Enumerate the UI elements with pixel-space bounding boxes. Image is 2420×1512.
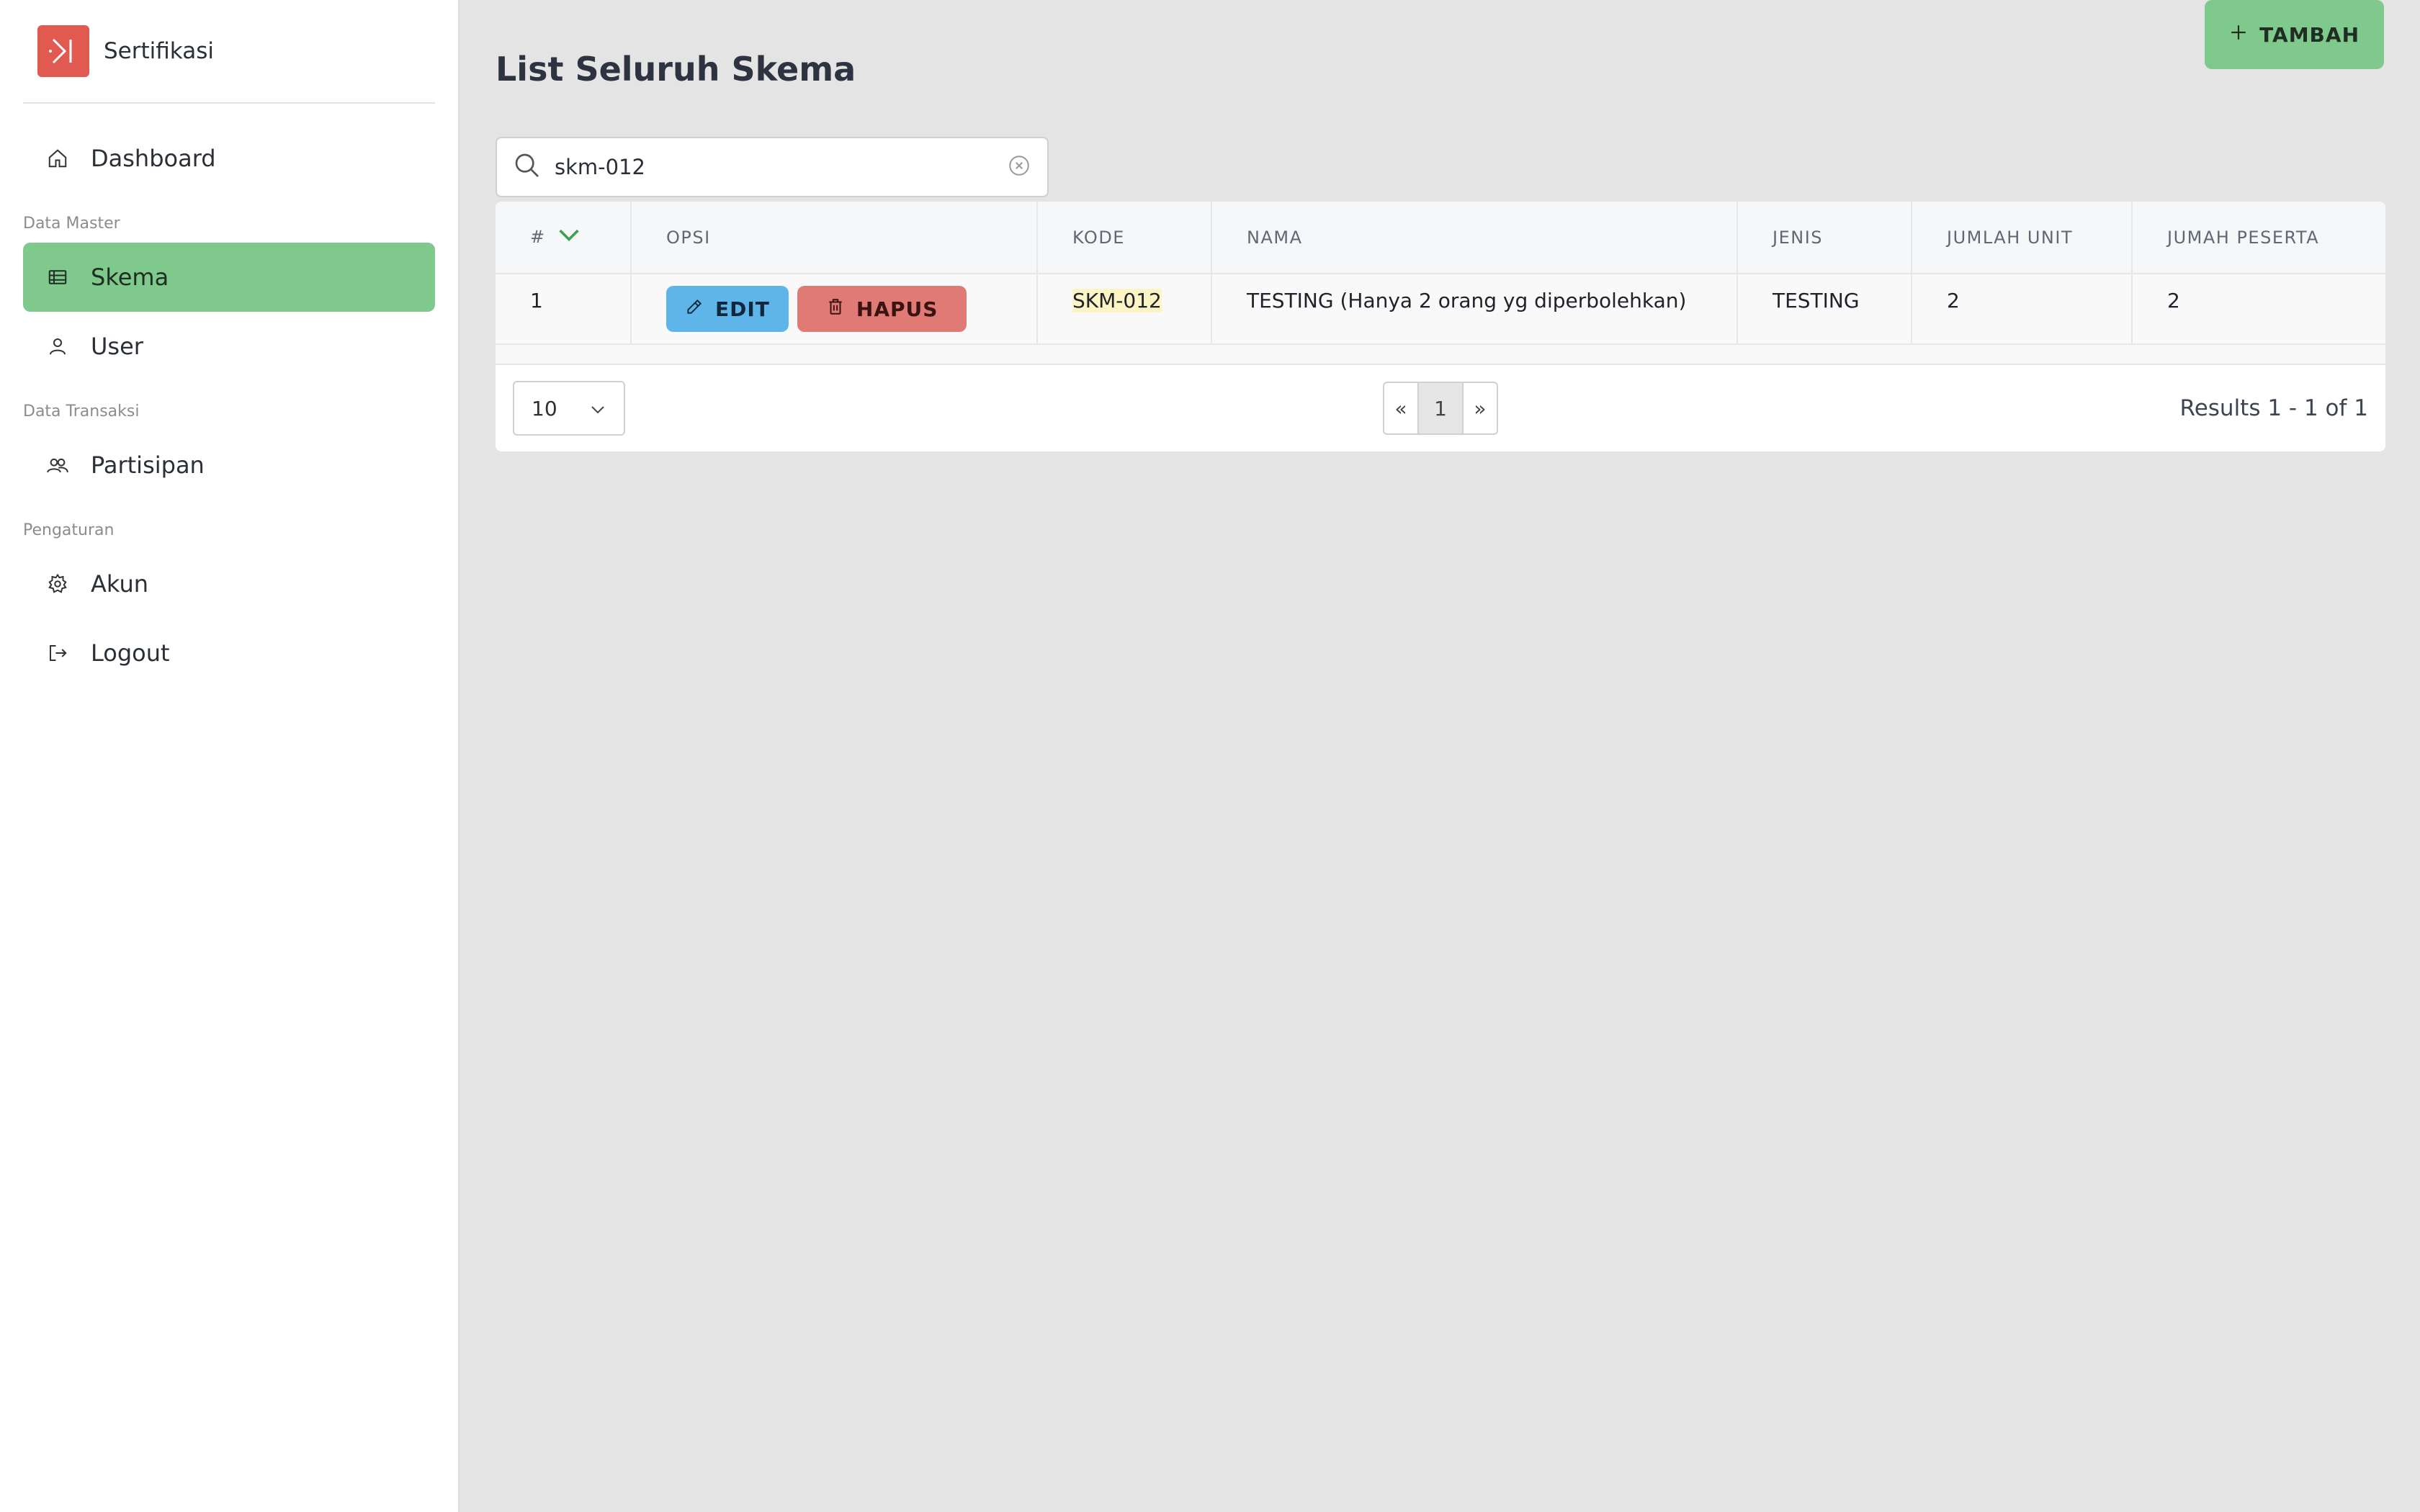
- users-icon: [46, 454, 69, 477]
- cell-jumlah-unit: 2: [1912, 274, 2133, 345]
- table-icon: [46, 266, 69, 289]
- sidebar-item-partisipan[interactable]: Partisipan: [23, 431, 435, 500]
- sidebar-section-pengaturan: Pengaturan: [23, 521, 115, 539]
- chevron-down-icon: [589, 397, 606, 420]
- brand[interactable]: Sertifikasi: [23, 0, 435, 104]
- sidebar-item-label: Partisipan: [91, 451, 205, 479]
- results-summary: Results 1 - 1 of 1: [2179, 395, 2368, 421]
- pagination: « 1 »: [1383, 382, 1498, 435]
- table-header-row: # OPSI KODE NAMA JENIS JUMLAH UNIT JUMAH…: [496, 202, 2385, 274]
- sidebar-item-label: Skema: [91, 264, 169, 291]
- edit-button[interactable]: EDIT: [666, 286, 789, 332]
- sidebar-item-user[interactable]: User: [23, 312, 435, 381]
- hapus-button[interactable]: HAPUS: [797, 286, 967, 332]
- pagination-prev[interactable]: «: [1384, 383, 1417, 433]
- column-header-jenis: JENIS: [1737, 202, 1912, 274]
- logout-icon: [46, 642, 69, 665]
- cell-jenis: TESTING: [1737, 274, 1912, 345]
- page-header: List Seluruh Skema TAMBAH: [496, 0, 2384, 138]
- page-size-select[interactable]: 10: [513, 381, 625, 436]
- edit-button-label: EDIT: [715, 297, 770, 321]
- sidebar-section-data-master: Data Master: [23, 215, 120, 233]
- gear-icon: [46, 572, 69, 595]
- pagination-page-1[interactable]: 1: [1417, 383, 1464, 433]
- search-input[interactable]: [555, 155, 1007, 179]
- add-button-label: TAMBAH: [2259, 22, 2360, 47]
- skema-table-card: # OPSI KODE NAMA JENIS JUMLAH UNIT JUMAH…: [496, 202, 2385, 451]
- page-size-value: 10: [532, 396, 557, 420]
- sidebar-item-label: User: [91, 333, 143, 360]
- cell-nama: TESTING (Hanya 2 orang yg diperbolehkan): [1211, 274, 1738, 345]
- sidebar-item-dashboard[interactable]: Dashboard: [23, 124, 435, 193]
- sidebar-section-data-transaksi: Data Transaksi: [23, 402, 140, 420]
- cell-kode: SKM-012: [1037, 274, 1212, 345]
- sidebar-item-label: Dashboard: [91, 145, 216, 172]
- column-header-num[interactable]: #: [496, 202, 632, 274]
- column-header-jumlah-unit: JUMLAH UNIT: [1912, 202, 2133, 274]
- search-match-highlight: SKM-012: [1072, 289, 1162, 312]
- main-content: List Seluruh Skema TAMBAH skm-012 # OPSI…: [460, 0, 2420, 1512]
- column-header-jumah-peserta: JUMAH PESERTA: [2132, 202, 2385, 274]
- sort-desc-icon[interactable]: [557, 228, 581, 248]
- sidebar-item-skema[interactable]: Skema: [23, 243, 435, 312]
- sidebar-item-logout[interactable]: Logout: [23, 618, 435, 688]
- trash-icon: [826, 297, 845, 321]
- column-header-kode: KODE: [1037, 202, 1212, 274]
- column-header-opsi: OPSI: [631, 202, 1038, 274]
- table-row: 1 EDIT HAPUS SKM-012 TESTING (Hanya 2 or…: [496, 274, 2385, 345]
- table-spacer-row: [496, 344, 2385, 365]
- hapus-button-label: HAPUS: [856, 297, 938, 321]
- logo-icon: [37, 25, 89, 77]
- skema-table: # OPSI KODE NAMA JENIS JUMLAH UNIT JUMAH…: [496, 202, 2385, 365]
- column-header-nama: NAMA: [1211, 202, 1738, 274]
- cell-num: 1: [496, 274, 632, 345]
- user-icon: [46, 335, 69, 358]
- home-icon: [46, 147, 69, 170]
- search-field[interactable]: [496, 137, 1049, 197]
- cell-opsi: EDIT HAPUS: [631, 274, 1038, 345]
- pencil-icon: [685, 297, 704, 321]
- page-title: List Seluruh Skema: [496, 50, 856, 89]
- pagination-next[interactable]: »: [1464, 383, 1497, 433]
- sidebar-item-label: Logout: [91, 639, 170, 667]
- cell-jumah-peserta: 2: [2132, 274, 2385, 345]
- plus-icon: [2229, 23, 2248, 47]
- sidebar: Sertifikasi Dashboard Data Master Skema …: [0, 0, 460, 1512]
- search-icon: [513, 151, 542, 183]
- sidebar-item-label: Akun: [91, 570, 148, 598]
- brand-name: Sertifikasi: [104, 38, 214, 64]
- sidebar-item-akun[interactable]: Akun: [23, 549, 435, 618]
- table-footer: 10 « 1 » Results 1 - 1 of 1: [496, 365, 2385, 451]
- app-root: Sertifikasi Dashboard Data Master Skema …: [0, 0, 2420, 1512]
- clear-search-icon[interactable]: [1007, 153, 1031, 181]
- add-button[interactable]: TAMBAH: [2205, 0, 2384, 69]
